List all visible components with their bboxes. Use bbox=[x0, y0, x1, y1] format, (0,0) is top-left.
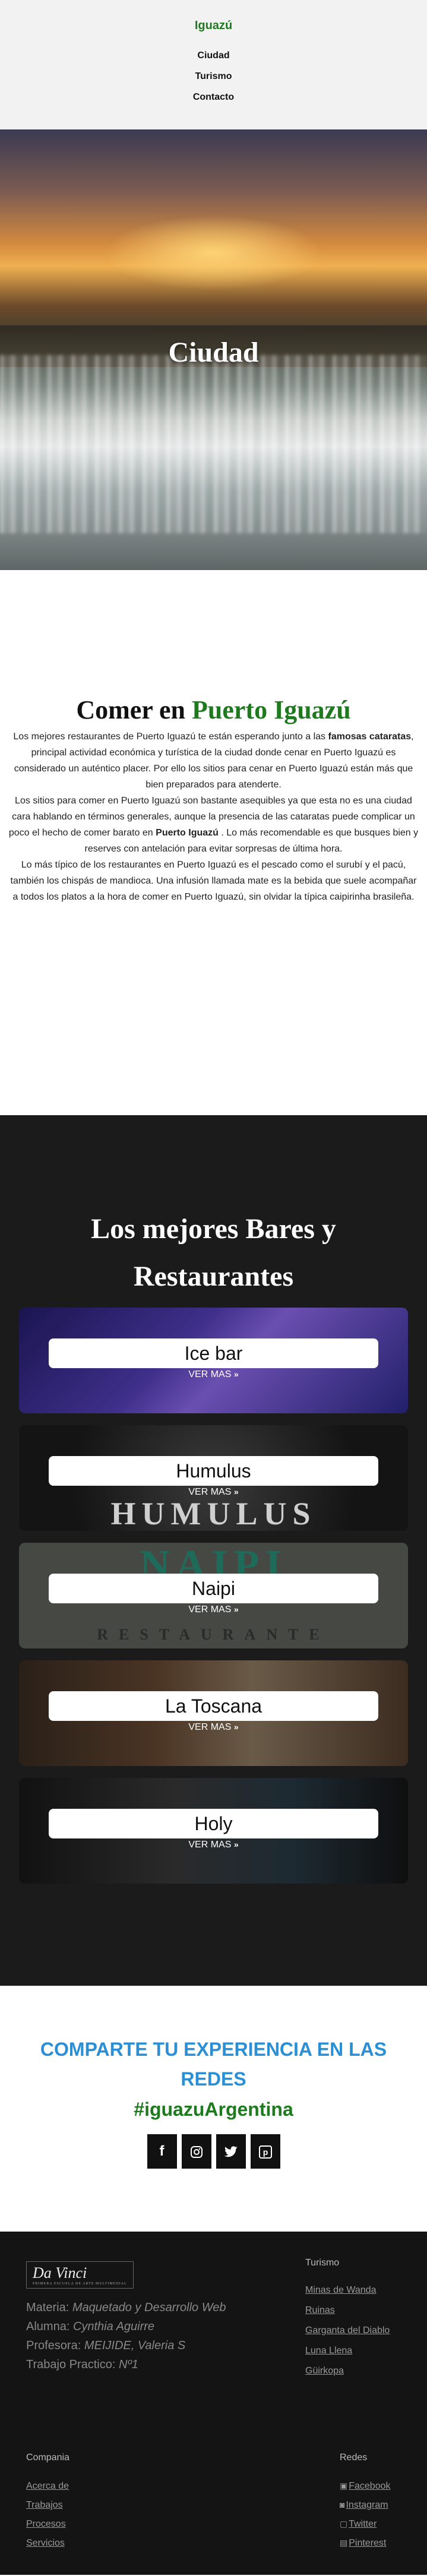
double-chevron-right-icon: » bbox=[233, 1369, 239, 1379]
facebook-icon: ▣ bbox=[340, 2481, 348, 2490]
bars-section: Los mejores Bares y Restaurantes Ice bar … bbox=[0, 1115, 427, 1986]
bar-card-name: La Toscana bbox=[49, 1691, 378, 1721]
footer-instagram-label: Instagram bbox=[346, 2500, 388, 2510]
nav-link-turismo[interactable]: Turismo bbox=[0, 71, 427, 82]
footer-link-garganta[interactable]: Garganta del Diablo bbox=[305, 2325, 390, 2336]
main-nav: Ciudad Turismo Contacto bbox=[0, 50, 427, 103]
brand-link[interactable]: Iguazú bbox=[0, 19, 427, 33]
nav-link-ciudad[interactable]: Ciudad bbox=[0, 50, 427, 61]
footer-link-servicios[interactable]: Servicios bbox=[26, 2538, 69, 2549]
materia-label: Materia: bbox=[26, 2301, 72, 2314]
footer-link-procesos[interactable]: Procesos bbox=[26, 2519, 69, 2530]
ver-mas-label: VER MAS bbox=[188, 1605, 232, 1615]
humulus-logo-text: HUMULUS bbox=[110, 1496, 317, 1531]
bar-card-holy[interactable]: Holy VER MAS » bbox=[19, 1778, 408, 1884]
bar-card-la-toscana[interactable]: La Toscana VER MAS » bbox=[19, 1660, 408, 1766]
footer-link-instagram[interactable]: ◙ Instagram bbox=[340, 2500, 391, 2511]
trabajo-label: Trabajo Practico: bbox=[26, 2358, 119, 2371]
footer-compania-column: Compania Acerca de Trabajos Procesos Ser… bbox=[26, 2452, 69, 2557]
footer-link-pinterest[interactable]: ▤ Pinterest bbox=[340, 2538, 391, 2549]
logo-subtitle: PRIMERA ESCUELA DE ARTE MULTIMEDIAL bbox=[33, 2282, 127, 2286]
footer-facebook-label: Facebook bbox=[349, 2481, 391, 2491]
share-section: COMPARTE TU EXPERIENCIA EN LAS REDES #ig… bbox=[0, 1986, 427, 2232]
share-hashtag: #iguazuArgentina bbox=[134, 2099, 293, 2120]
facebook-icon[interactable]: f bbox=[147, 2134, 177, 2169]
bars-title-line1: Los mejores Bares y bbox=[91, 1213, 336, 1245]
ver-mas-link[interactable]: VER MAS » bbox=[19, 1605, 408, 1615]
footer-link-twitter[interactable]: ▢ Twitter bbox=[340, 2519, 391, 2530]
bar-card-humulus[interactable]: HUMULUS Humulus VER MAS » bbox=[19, 1425, 408, 1531]
profesora-value: MEIJIDE, Valeria S bbox=[84, 2339, 186, 2352]
bar-card-name: Naipi bbox=[49, 1574, 378, 1603]
hero-waterfall-image bbox=[0, 355, 427, 533]
pinterest-icon: ▤ bbox=[340, 2538, 348, 2547]
about-title-prefix: Comer en bbox=[76, 695, 186, 724]
about-title: Comer en Puerto Iguazú bbox=[7, 695, 420, 725]
site-header: Iguazú Ciudad Turismo Contacto bbox=[0, 0, 427, 129]
ver-mas-link[interactable]: VER MAS » bbox=[19, 1840, 408, 1850]
about-paragraph-2: Los sitios para comer en Puerto Iguazú s… bbox=[7, 793, 420, 857]
footer-turismo-column: Turismo Minas de Wanda Ruinas Garganta d… bbox=[305, 2258, 390, 2386]
bar-card-naipi[interactable]: NAIPI RESTAURANTE Naipi VER MAS » bbox=[19, 1543, 408, 1648]
ver-mas-label: VER MAS bbox=[188, 1722, 232, 1732]
double-chevron-right-icon: » bbox=[233, 1487, 239, 1496]
footer-link-minas[interactable]: Minas de Wanda bbox=[305, 2285, 390, 2296]
ver-mas-label: VER MAS bbox=[188, 1487, 232, 1497]
bars-title-line2: Restaurantes bbox=[133, 1261, 294, 1292]
instagram-icon: ◙ bbox=[340, 2500, 345, 2509]
materia-value: Maquetado y Desarrollo Web bbox=[72, 2301, 226, 2314]
naipi-restaurante-text: RESTAURANTE bbox=[97, 1626, 330, 1643]
double-chevron-right-icon: » bbox=[233, 1605, 239, 1614]
about-p2-bold: Puerto Iguazú bbox=[156, 828, 219, 838]
logo-text: Da Vinci bbox=[33, 2264, 87, 2281]
about-paragraph-3: Lo más típico de los restaurantes en Pue… bbox=[10, 860, 417, 902]
hero-banner: Ciudad bbox=[0, 129, 427, 570]
hero-title: Ciudad bbox=[168, 337, 259, 368]
footer-redes-title: Redes bbox=[340, 2452, 368, 2463]
about-p1-text-a: Los mejores restaurantes de Puerto Iguaz… bbox=[13, 732, 328, 742]
footer-link-guirkopa[interactable]: Güirkopa bbox=[305, 2366, 390, 2376]
trabajo-value: Nº1 bbox=[119, 2358, 138, 2371]
share-title: COMPARTE TU EXPERIENCIA EN LAS REDES bbox=[40, 2039, 387, 2090]
site-footer: Da Vinci PRIMERA ESCUELA DE ARTE MULTIMED… bbox=[0, 2232, 427, 2575]
bar-card-name: Ice bar bbox=[49, 1338, 378, 1368]
davinci-logo: Da Vinci PRIMERA ESCUELA DE ARTE MULTIMED… bbox=[26, 2261, 134, 2289]
footer-link-luna[interactable]: Luna Llena bbox=[305, 2346, 390, 2356]
double-chevron-right-icon: » bbox=[233, 1840, 239, 1849]
footer-compania-title: Compania bbox=[26, 2452, 69, 2463]
ver-mas-link[interactable]: VER MAS » bbox=[19, 1722, 408, 1733]
footer-link-trabajos[interactable]: Trabajos bbox=[26, 2500, 69, 2511]
ver-mas-link[interactable]: VER MAS » bbox=[19, 1369, 408, 1380]
about-p1-bold: famosas cataratas bbox=[328, 732, 412, 742]
twitter-icon[interactable] bbox=[216, 2134, 246, 2169]
instagram-icon[interactable] bbox=[181, 2134, 211, 2169]
pinterest-icon[interactable]: p bbox=[250, 2134, 280, 2169]
nav-link-contacto[interactable]: Contacto bbox=[0, 92, 427, 103]
alumna-label: Alumna: bbox=[26, 2320, 73, 2333]
social-icons: fp bbox=[12, 2134, 415, 2169]
bar-card-ice-bar[interactable]: Ice bar VER MAS » bbox=[19, 1308, 408, 1413]
double-chevron-right-icon: » bbox=[233, 1722, 239, 1732]
about-paragraph-1: Los mejores restaurantes de Puerto Iguaz… bbox=[7, 729, 420, 793]
footer-redes-column: Redes ▣ Facebook ◙ Instagram ▢ Twitter ▤ Pin… bbox=[340, 2452, 391, 2557]
bar-card-name: Holy bbox=[49, 1809, 378, 1838]
ver-mas-label: VER MAS bbox=[188, 1840, 232, 1850]
alumna-value: Cynthia Aguirre bbox=[72, 2320, 155, 2333]
about-title-highlight: Puerto Iguazú bbox=[192, 695, 351, 724]
about-section: Comer en Puerto Iguazú Los mejores resta… bbox=[0, 570, 427, 1115]
bars-title: Los mejores Bares y Restaurantes bbox=[0, 1205, 427, 1300]
footer-link-acerca[interactable]: Acerca de bbox=[26, 2481, 69, 2492]
ver-mas-link[interactable]: VER MAS » bbox=[19, 1487, 408, 1498]
footer-turismo-title: Turismo bbox=[305, 2258, 340, 2268]
twitter-icon: ▢ bbox=[340, 2519, 348, 2528]
footer-pinterest-label: Pinterest bbox=[349, 2538, 387, 2548]
svg-text:p: p bbox=[262, 2147, 268, 2157]
bar-card-name: Humulus bbox=[49, 1456, 378, 1486]
footer-link-ruinas[interactable]: Ruinas bbox=[305, 2305, 390, 2316]
profesora-label: Profesora: bbox=[26, 2339, 84, 2352]
ver-mas-label: VER MAS bbox=[188, 1369, 232, 1379]
footer-link-facebook[interactable]: ▣ Facebook bbox=[340, 2481, 391, 2492]
footer-twitter-label: Twitter bbox=[349, 2519, 377, 2529]
